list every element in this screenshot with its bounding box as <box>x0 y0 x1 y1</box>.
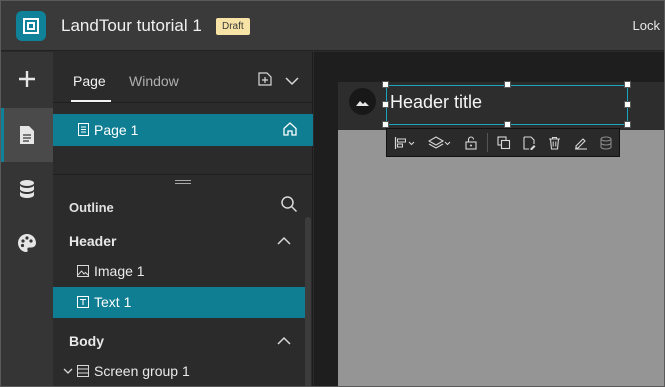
plus-icon <box>19 71 35 87</box>
search-icon[interactable] <box>280 195 298 213</box>
image-icon <box>77 265 89 277</box>
duplicate-button[interactable] <box>491 129 517 156</box>
chevron-up-icon[interactable] <box>277 336 291 346</box>
lock-button[interactable]: Lock <box>633 18 660 33</box>
resize-handle[interactable] <box>382 101 389 108</box>
outline-item-screen-group[interactable]: Screen group 1 <box>53 356 305 386</box>
toolbar-divider <box>486 133 488 152</box>
align-left-icon <box>394 136 415 149</box>
trash-icon <box>549 136 561 150</box>
app-title: LandTour tutorial 1 <box>61 16 202 35</box>
page-panel: Page Window Page 1 Outline Header Image … <box>53 52 313 386</box>
add-page-icon <box>258 72 272 86</box>
lock-widget-button[interactable] <box>458 129 484 156</box>
page-panel-button[interactable] <box>1 108 53 162</box>
outline-scrollbar[interactable] <box>305 217 311 386</box>
resize-handle[interactable] <box>624 81 631 88</box>
outline-item-label: Text 1 <box>94 294 132 310</box>
duplicate-icon <box>496 135 510 149</box>
connect-data-button[interactable] <box>593 129 619 156</box>
text-icon <box>77 296 89 308</box>
database-icon <box>600 135 612 150</box>
top-bar: LandTour tutorial 1 Draft Lock <box>1 1 664 51</box>
tab-divider <box>53 102 313 103</box>
page-label: Page 1 <box>94 122 139 138</box>
chevron-up-icon[interactable] <box>277 236 291 246</box>
theme-panel-button[interactable] <box>1 216 53 270</box>
delete-button[interactable] <box>542 129 568 156</box>
image-icon <box>356 100 369 106</box>
left-rail <box>1 52 53 386</box>
data-panel-button[interactable] <box>1 162 53 216</box>
chevron-down-icon[interactable] <box>63 367 73 375</box>
resize-handle[interactable] <box>382 81 389 88</box>
status-badge: Draft <box>216 18 250 35</box>
section-header-title[interactable]: Header <box>69 233 116 249</box>
screen-group-icon <box>77 365 89 377</box>
palette-icon <box>18 234 36 252</box>
page-document-icon <box>20 126 34 144</box>
section-body-title[interactable]: Body <box>69 333 104 349</box>
layers-icon <box>428 135 451 149</box>
header-image-widget[interactable] <box>349 88 376 115</box>
copy-style-button[interactable] <box>516 129 542 156</box>
outline-title: Outline <box>69 200 114 215</box>
add-page-button[interactable] <box>257 71 273 87</box>
add-widget-button[interactable] <box>1 52 53 106</box>
outline-item-text[interactable]: Text 1 <box>53 287 305 318</box>
outline-item-label: Image 1 <box>94 263 145 279</box>
align-button[interactable] <box>387 129 423 156</box>
widget-toolbar <box>386 128 620 157</box>
app-window: LandTour tutorial 1 Draft Lock Page Wind… <box>0 0 665 387</box>
resize-handle[interactable] <box>504 121 511 128</box>
tab-window[interactable]: Window <box>129 73 179 89</box>
outline-item-label: Screen group 1 <box>94 363 190 379</box>
screen-body[interactable] <box>338 130 664 386</box>
page-list-item[interactable]: Page 1 <box>53 114 313 146</box>
collapse-panel-button[interactable] <box>285 73 299 86</box>
resize-handle[interactable] <box>382 121 389 128</box>
app-logo-icon[interactable] <box>16 11 46 41</box>
panel-divider <box>53 174 313 175</box>
selection-box[interactable] <box>386 85 628 125</box>
edit-button[interactable] <box>568 129 594 156</box>
resize-handle[interactable] <box>624 121 631 128</box>
outline-item-image[interactable]: Image 1 <box>53 256 305 287</box>
home-icon[interactable] <box>282 121 298 137</box>
unlock-icon <box>465 135 477 150</box>
canvas-area: Header title <box>314 52 664 386</box>
copy-style-icon <box>523 135 536 150</box>
database-icon <box>20 180 34 198</box>
tab-page[interactable]: Page <box>73 73 106 89</box>
resize-handle[interactable] <box>175 180 191 184</box>
arrange-button[interactable] <box>423 129 459 156</box>
resize-handle[interactable] <box>624 101 631 108</box>
chevron-down-icon <box>285 77 299 86</box>
page-icon <box>78 123 89 136</box>
pencil-icon <box>574 137 587 150</box>
resize-handle[interactable] <box>504 81 511 88</box>
